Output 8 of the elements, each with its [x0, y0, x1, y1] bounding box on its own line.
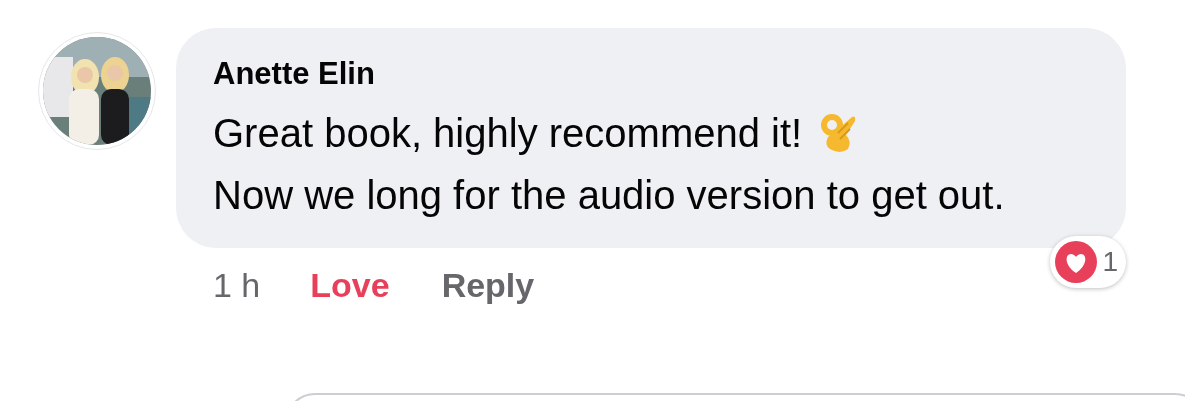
comment-text: Now we long for the audio version to get out. [213, 172, 1006, 219]
comment-text: Great book, highly recommend it! [213, 110, 803, 157]
reaction-badge[interactable]: 1 [1050, 236, 1126, 288]
action-link[interactable]: Love [310, 260, 390, 311]
reaction-count: 1 [1102, 245, 1118, 279]
author-name[interactable]: Anette Elin [213, 52, 1102, 96]
action-link[interactable]: Reply [441, 260, 535, 311]
timestamp: 1 h [213, 265, 261, 306]
